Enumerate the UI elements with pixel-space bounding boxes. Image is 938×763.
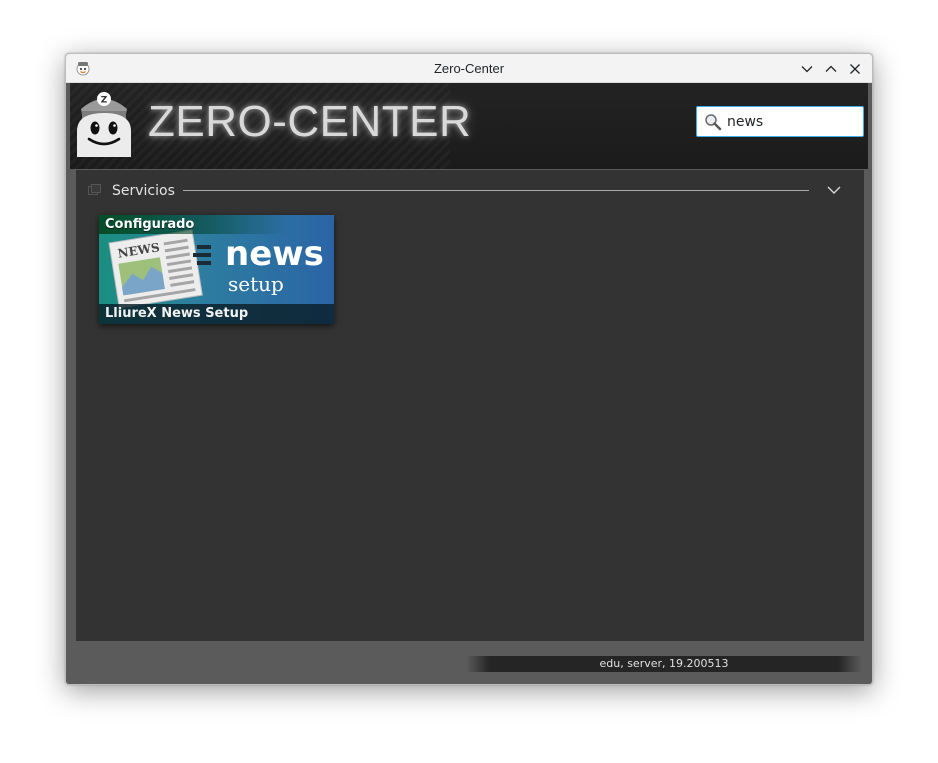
status-badge: Configurado xyxy=(99,215,334,234)
window-title: Zero-Center xyxy=(433,61,505,76)
version-info: edu, server, 19.200513 xyxy=(466,656,862,672)
service-tile-news-setup[interactable]: NEWS news setup Configurado LliureX News… xyxy=(99,215,334,324)
app-logo-text: ZERO-CENTER xyxy=(148,97,472,146)
art-subtitle: setup xyxy=(228,272,284,296)
section-title: Servicios xyxy=(112,183,175,199)
zero-mascot-logo: Z xyxy=(77,92,131,157)
section-header-servicios[interactable]: Servicios xyxy=(76,170,864,210)
tile-label: LliureX News Setup xyxy=(99,304,334,324)
app-header: Z ZERO-CENTER xyxy=(70,83,868,169)
main-content: Z ZERO-CENTER news Servicios NEWS news s… xyxy=(70,83,868,682)
chevron-up-icon xyxy=(825,65,837,72)
art-title: news xyxy=(225,234,324,274)
title-bar[interactable]: Zero-Center xyxy=(66,54,872,83)
close-icon xyxy=(850,64,860,74)
search-box[interactable] xyxy=(696,106,864,137)
app-window: Zero-Center Z ZERO-CENTER news Servicios… xyxy=(65,53,873,685)
minimize-button[interactable] xyxy=(797,59,817,79)
mascot-badge-letter: Z xyxy=(101,96,108,106)
maximize-button[interactable] xyxy=(821,59,841,79)
section-category-icon xyxy=(88,184,101,195)
chevron-down-icon[interactable] xyxy=(827,184,841,196)
services-panel: Servicios NEWS news setup Configurado Ll… xyxy=(76,170,864,641)
chevron-down-icon xyxy=(801,66,813,73)
search-input[interactable] xyxy=(727,111,857,133)
section-divider xyxy=(183,190,809,191)
search-icon xyxy=(705,114,722,131)
close-button[interactable] xyxy=(845,59,865,79)
